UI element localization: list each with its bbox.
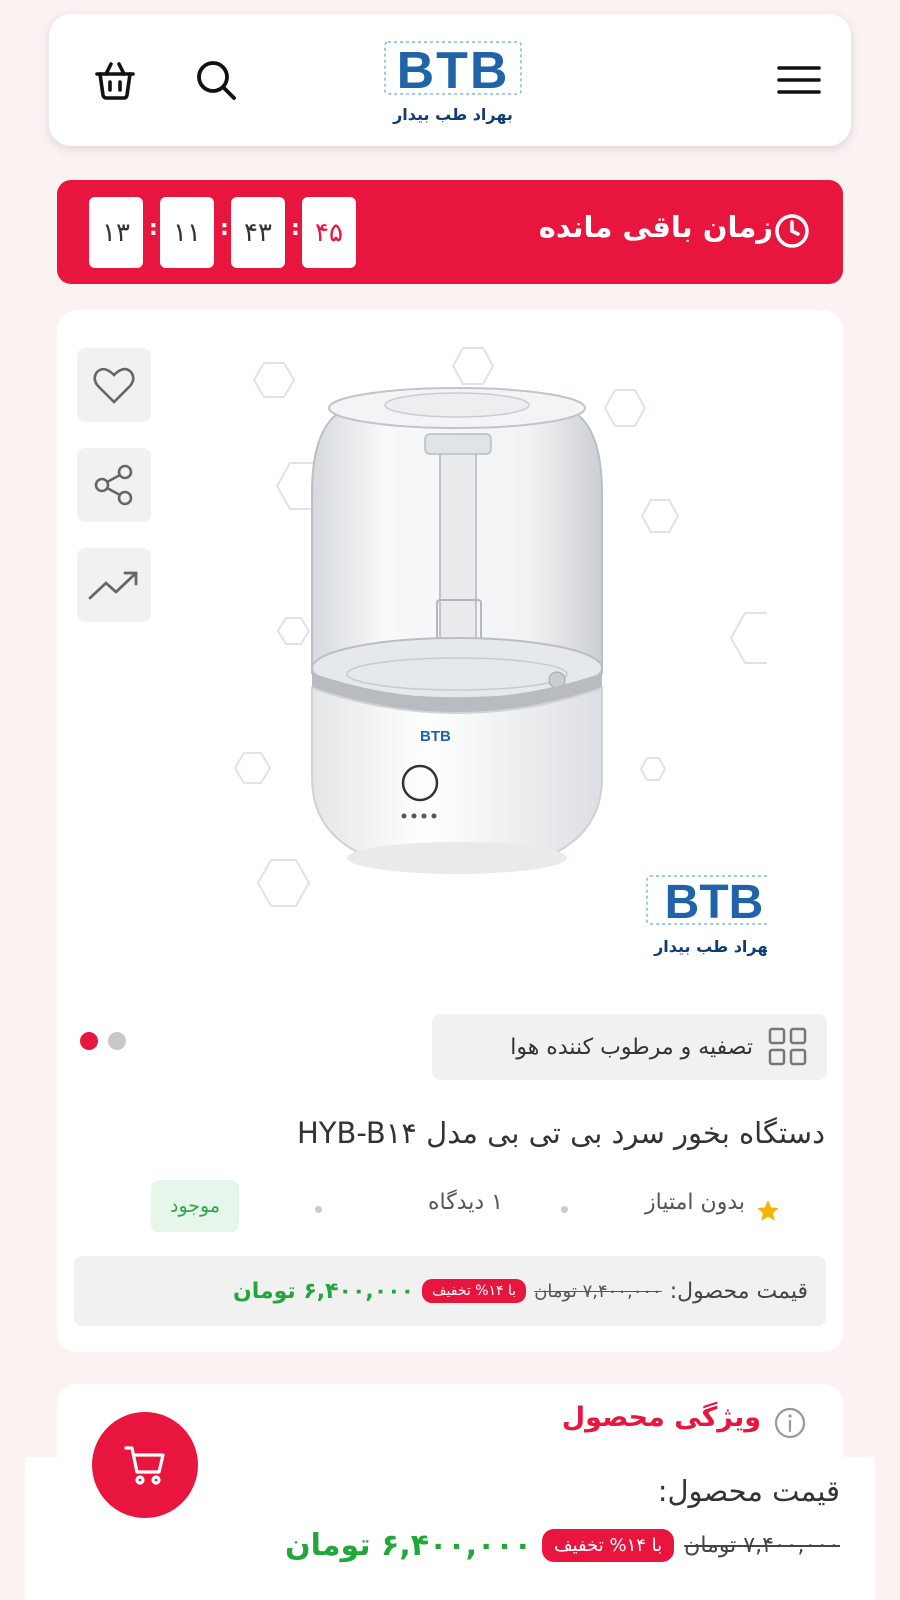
product-image[interactable]: BTB BTB بهراد طب بیدار bbox=[147, 328, 767, 998]
trend-icon bbox=[88, 571, 138, 600]
category-label: تصفیه و مرطوب کننده هوا bbox=[510, 1034, 753, 1060]
brand-logo[interactable]: BTB بهراد طب بیدار bbox=[383, 38, 523, 128]
bottom-discount-badge: با ۱۴% تخفیف bbox=[541, 1529, 675, 1562]
search-icon[interactable] bbox=[192, 56, 240, 104]
basket-icon[interactable] bbox=[91, 56, 139, 104]
stock-badge: موجود bbox=[151, 1180, 239, 1232]
bottom-prices: ۷,۴۰۰,۰۰۰ تومان با ۱۴% تخفیف ۶,۴۰۰,۰۰۰ ت… bbox=[285, 1528, 840, 1563]
grid-icon bbox=[768, 1027, 807, 1066]
old-price: ۷,۴۰۰,۰۰۰ تومان bbox=[534, 1280, 662, 1302]
bottom-new-price: ۶,۴۰۰,۰۰۰ تومان bbox=[285, 1528, 532, 1563]
countdown-separator: : bbox=[149, 216, 158, 241]
countdown-subseconds: ۴۵ bbox=[302, 197, 356, 268]
price-label: قیمت محصول: bbox=[669, 1278, 808, 1304]
reviews-count[interactable]: ۱ دیدگاه bbox=[428, 1190, 503, 1215]
brand-watermark-tagline: بهراد طب بیدار bbox=[653, 937, 767, 956]
heart-icon bbox=[93, 367, 135, 404]
image-carousel-dots bbox=[80, 1032, 136, 1054]
device-label: BTB bbox=[420, 728, 451, 745]
countdown-separator: : bbox=[291, 216, 300, 241]
product-card: BTB BTB بهراد طب بیدار تصفیه و مرطوب کنن… bbox=[57, 310, 843, 1352]
discount-badge: با ۱۴% تخفیف bbox=[422, 1279, 527, 1303]
price-box: قیمت محصول: ۷,۴۰۰,۰۰۰ تومان با ۱۴% تخفیف… bbox=[74, 1256, 826, 1326]
product-title: دستگاه بخور سرد بی تی بی مدل HYB-B۱۴ bbox=[297, 1116, 825, 1150]
menu-icon[interactable] bbox=[775, 56, 823, 104]
carousel-dot[interactable] bbox=[108, 1032, 126, 1050]
bottom-old-price: ۷,۴۰۰,۰۰۰ تومان bbox=[684, 1533, 840, 1558]
wishlist-button[interactable] bbox=[77, 348, 151, 422]
new-price: ۶,۴۰۰,۰۰۰ تومان bbox=[232, 1278, 415, 1304]
features-title: ویژگی محصول bbox=[561, 1402, 761, 1433]
share-icon bbox=[94, 464, 133, 506]
cart-icon bbox=[124, 1446, 165, 1485]
carousel-dot-active[interactable] bbox=[80, 1032, 98, 1050]
meta-separator bbox=[315, 1206, 322, 1213]
countdown-seconds: ۴۳ bbox=[231, 197, 285, 268]
countdown-title: زمان باقی مانده bbox=[538, 210, 773, 244]
rating-text: بدون امتیاز bbox=[645, 1190, 745, 1215]
countdown-separator: : bbox=[220, 216, 229, 241]
clock-icon bbox=[775, 214, 809, 248]
star-icon bbox=[757, 1200, 779, 1221]
brand-watermark: BTB bbox=[665, 876, 764, 929]
countdown-hours: ۱۳ bbox=[89, 197, 143, 268]
add-to-cart-button[interactable] bbox=[92, 1412, 198, 1518]
bottom-price-label: قیمت محصول: bbox=[657, 1474, 840, 1508]
price-chart-button[interactable] bbox=[77, 548, 151, 622]
category-tag[interactable]: تصفیه و مرطوب کننده هوا bbox=[432, 1014, 827, 1080]
svg-text:BTB: BTB bbox=[397, 42, 510, 100]
countdown-banner: زمان باقی مانده ۱۳ : ۱۱ : ۴۳ : ۴۵ bbox=[57, 180, 843, 284]
share-button[interactable] bbox=[77, 448, 151, 522]
meta-separator bbox=[561, 1206, 568, 1213]
site-header: BTB بهراد طب بیدار bbox=[49, 14, 851, 146]
info-icon bbox=[774, 1407, 806, 1439]
svg-text:بهراد طب بیدار: بهراد طب بیدار bbox=[392, 105, 513, 124]
countdown-minutes: ۱۱ bbox=[160, 197, 214, 268]
